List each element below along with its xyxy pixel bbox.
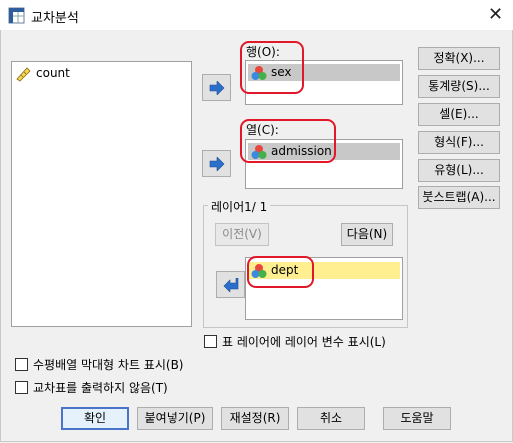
- move-to-rows-button[interactable]: [202, 74, 231, 101]
- cells-button[interactable]: 셀(E)...: [418, 103, 500, 126]
- style-button[interactable]: 유형(L)...: [418, 159, 500, 182]
- move-to-columns-button[interactable]: [202, 150, 231, 177]
- move-to-layer-button[interactable]: [216, 271, 245, 298]
- cancel-button[interactable]: 취소: [297, 407, 365, 430]
- next-layer-button[interactable]: 다음(N): [341, 223, 393, 246]
- clustered-bar-checkbox[interactable]: [15, 358, 28, 371]
- arrow-left-return-icon: [223, 278, 239, 292]
- suppress-tables-checkbox[interactable]: [15, 381, 28, 394]
- help-button[interactable]: 도움말: [383, 407, 451, 430]
- variable-label: count: [36, 66, 70, 80]
- exact-button[interactable]: 정확(X)...: [418, 47, 500, 70]
- ok-button[interactable]: 확인: [61, 407, 129, 430]
- ruler-scale-icon: [16, 66, 31, 82]
- arrow-right-icon: [209, 157, 225, 171]
- paste-button[interactable]: 붙여넣기(P): [137, 407, 213, 430]
- layer-display-label[interactable]: 표 레이어에 레이어 변수 표시(L): [222, 333, 386, 350]
- suppress-tables-label[interactable]: 교차표를 출력하지 않음(T): [33, 379, 168, 396]
- window-title: 교차분석: [31, 11, 79, 26]
- layer-group-title: 레이어1/ 1: [208, 198, 271, 215]
- title-bar: 교차분석 ✕: [0, 0, 513, 30]
- arrow-right-icon: [209, 81, 225, 95]
- previous-layer-button[interactable]: 이전(V): [215, 223, 269, 246]
- reset-button[interactable]: 재설정(R): [221, 407, 289, 430]
- annotation-outline-layer: [247, 256, 314, 288]
- clustered-bar-label[interactable]: 수평배열 막대형 차트 표시(B): [33, 356, 183, 373]
- bootstrap-button[interactable]: 붓스트랩(A)...: [418, 186, 500, 209]
- annotation-outline-rows: [240, 41, 304, 94]
- statistics-button[interactable]: 통계량(S)...: [418, 75, 500, 98]
- format-button[interactable]: 형식(F)...: [418, 131, 500, 154]
- annotation-outline-columns: [240, 119, 336, 163]
- close-button[interactable]: ✕: [478, 0, 513, 30]
- layer-display-checkbox[interactable]: [204, 335, 217, 348]
- crosstabs-app-icon: [8, 7, 25, 24]
- list-item[interactable]: count: [16, 65, 70, 82]
- source-variable-list[interactable]: count: [11, 61, 192, 327]
